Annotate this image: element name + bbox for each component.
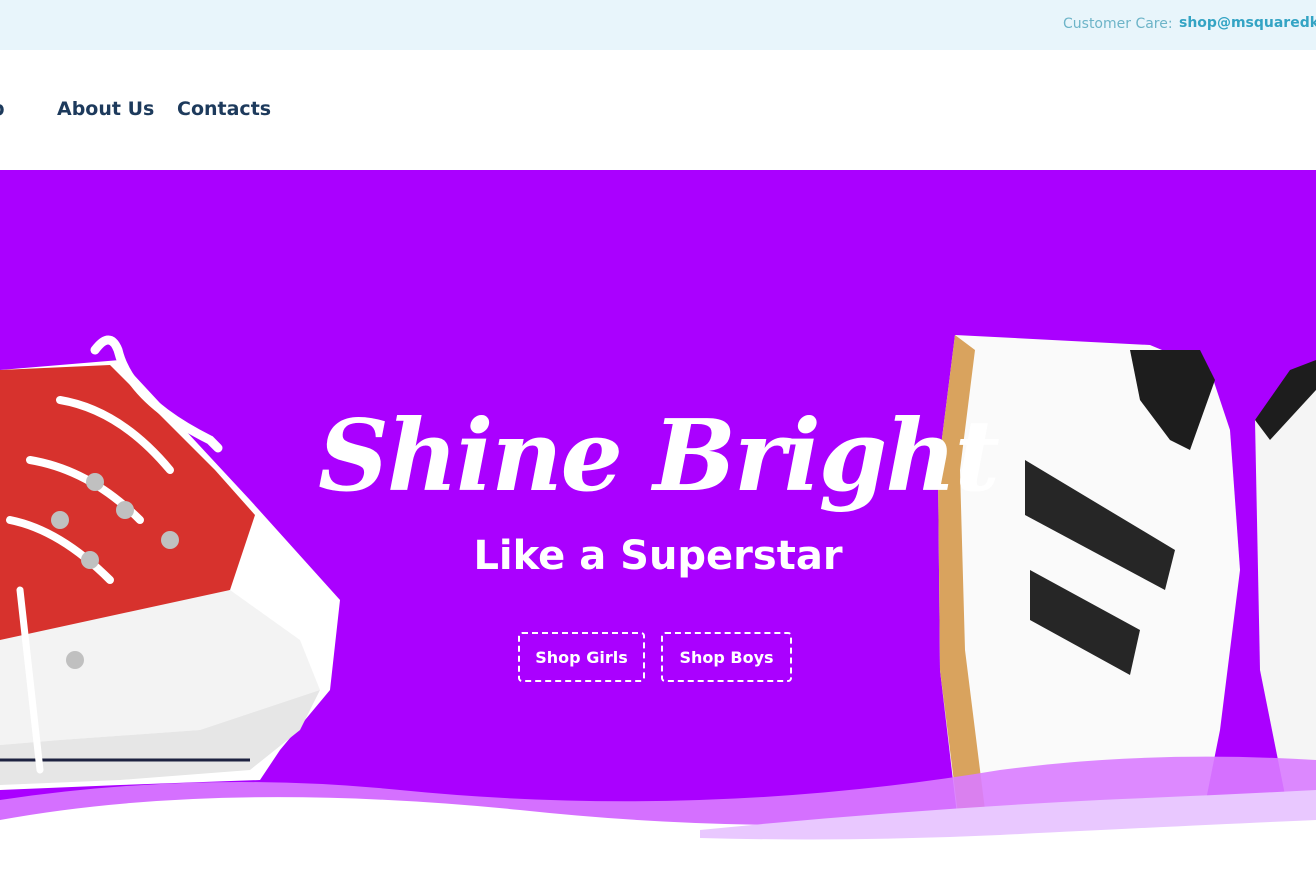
shop-boys-button[interactable]: Shop Boys (661, 632, 792, 682)
shop-girls-button[interactable]: Shop Girls (518, 632, 645, 682)
hero-banner: Shine Bright Like a Superstar Shop Girls… (0, 170, 1316, 878)
hero-title: Shine Bright (318, 399, 1000, 514)
hero-background (0, 170, 1316, 878)
hero-subtitle: Like a Superstar (473, 533, 843, 579)
nav-item-shop[interactable]: op (0, 98, 5, 120)
customer-care-email-link[interactable]: shop@msquaredki (1179, 15, 1316, 31)
nav-item-about-us[interactable]: About Us (57, 98, 154, 120)
customer-care-label: Customer Care: (1063, 16, 1173, 32)
main-nav: op About Us Contacts (0, 50, 1316, 170)
nav-item-contacts[interactable]: Contacts (177, 98, 271, 120)
top-bar: Customer Care: shop@msquaredki (0, 0, 1316, 50)
